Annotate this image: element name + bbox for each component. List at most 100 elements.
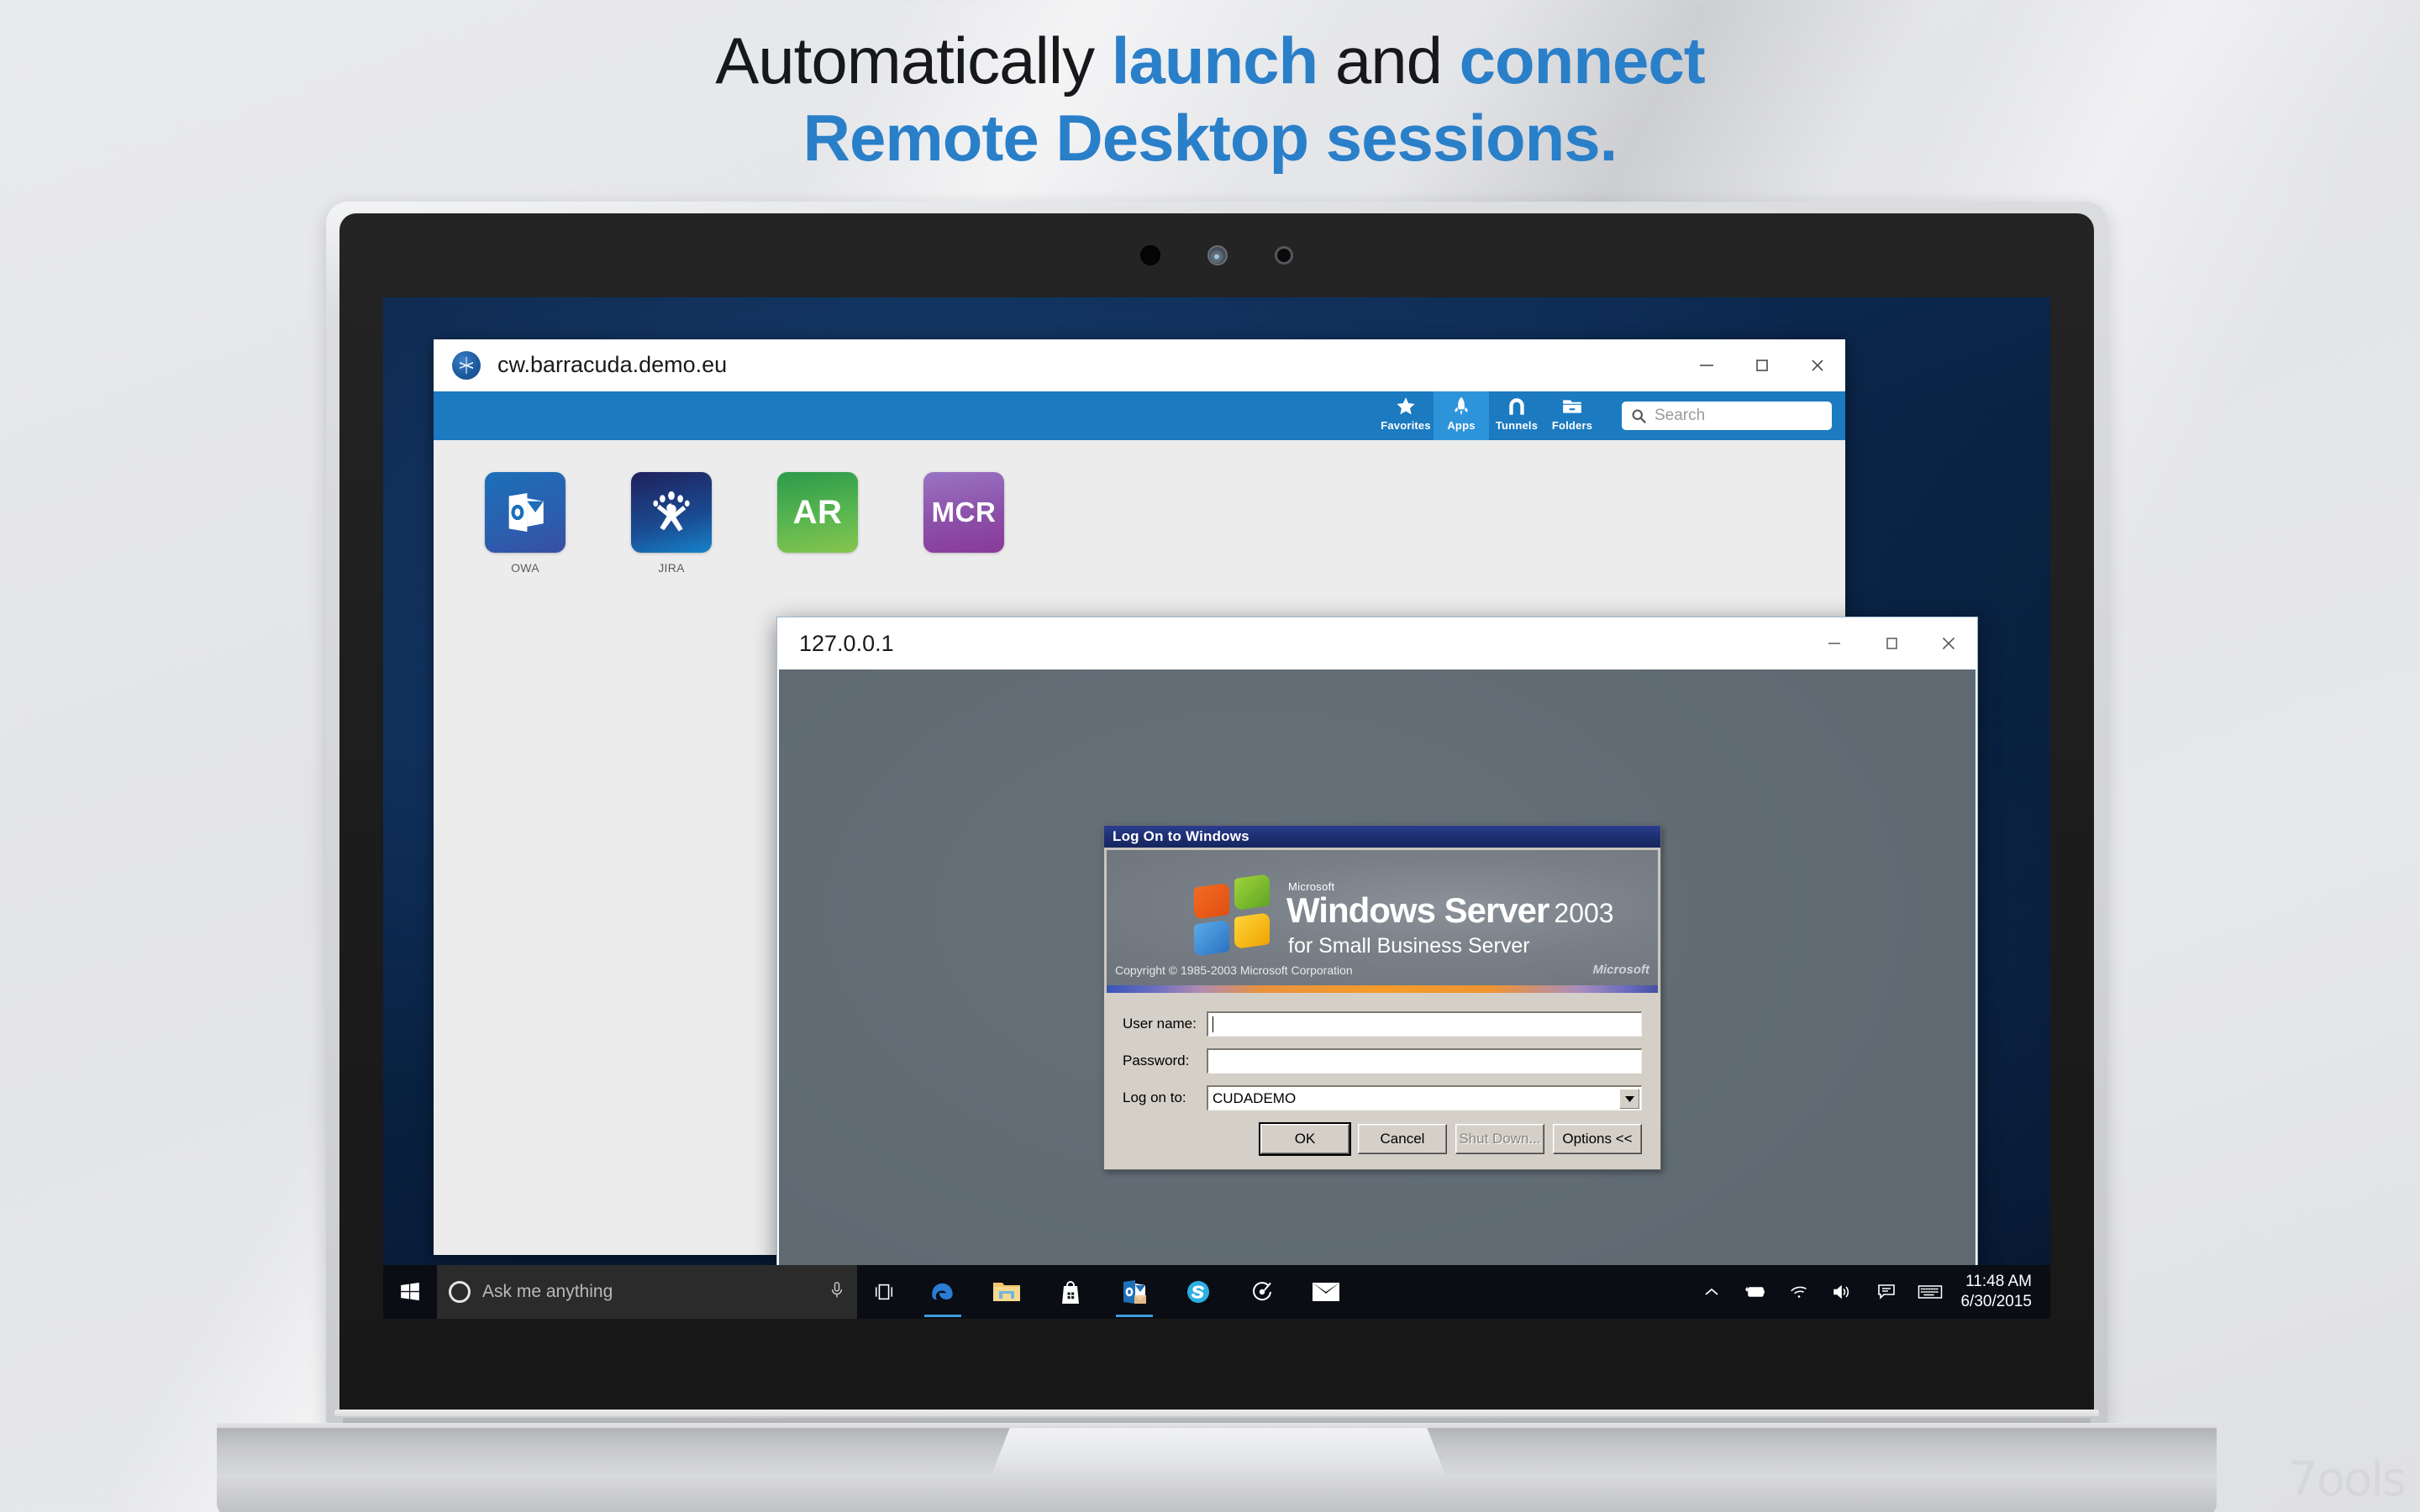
headline-accent-launch: launch xyxy=(1112,24,1318,97)
rdp-session-window[interactable]: 127.0.0.1 xyxy=(776,617,1978,1319)
headline-text-2: and xyxy=(1318,24,1459,97)
taskbar-app-groove-music[interactable] xyxy=(1230,1265,1294,1319)
led-indicator-dot-icon xyxy=(1275,246,1293,265)
app-tile-ar[interactable]: AR AR xyxy=(766,472,869,575)
minimize-icon[interactable] xyxy=(1806,617,1863,669)
taskbar-app-buttons xyxy=(911,1265,1358,1319)
taskbar-app-file-explorer[interactable] xyxy=(975,1265,1039,1319)
headline-accent-connect: connect xyxy=(1460,24,1705,97)
rdp-titlebar[interactable]: 127.0.0.1 xyxy=(777,617,1977,669)
system-tray: 11:48 AM 6/30/2015 xyxy=(1690,1265,2050,1319)
rdp-window-controls xyxy=(1806,617,1977,669)
brand-product: Windows Server2003 xyxy=(1286,890,1614,931)
brand-edition: for Small Business Server xyxy=(1288,934,1530,958)
taskbar-app-store[interactable] xyxy=(1039,1265,1102,1319)
clock-time: 11:48 AM xyxy=(1960,1272,2032,1292)
volume-icon[interactable] xyxy=(1821,1284,1865,1300)
touch-keyboard-icon[interactable] xyxy=(1908,1284,1952,1300)
microphone-icon[interactable] xyxy=(829,1281,845,1304)
password-field[interactable] xyxy=(1207,1048,1642,1074)
rdp-remote-desktop-canvas[interactable]: Log On to Windows Microsoft Windows Serv… xyxy=(779,669,1975,1319)
windows-start-icon[interactable] xyxy=(383,1265,437,1319)
cancel-button[interactable]: Cancel xyxy=(1358,1124,1447,1154)
maximize-icon[interactable] xyxy=(1863,617,1920,669)
portal-toolbar: Favorites Apps Tunnels xyxy=(434,391,1845,440)
search-input[interactable]: Search xyxy=(1622,402,1832,430)
jira-icon xyxy=(631,472,712,553)
chevron-up-icon[interactable] xyxy=(1690,1287,1733,1297)
ok-button[interactable]: OK xyxy=(1260,1124,1349,1154)
toolbar-tab-apps[interactable]: Apps xyxy=(1434,391,1489,440)
password-label: Password: xyxy=(1123,1053,1207,1069)
logon-dialog-buttons: OK Cancel Shut Down... Options << xyxy=(1123,1124,1642,1154)
clock-date: 6/30/2015 xyxy=(1960,1292,2032,1312)
browser-titlebar[interactable]: cw.barracuda.demo.eu xyxy=(434,339,1845,391)
brand-product-name: Windows Server xyxy=(1286,890,1549,930)
logon-to-select[interactable]: CUDADEMO xyxy=(1207,1085,1642,1110)
app-tile-owa[interactable]: OWA xyxy=(474,472,576,575)
outlook-web-access-icon xyxy=(485,472,566,553)
search-icon xyxy=(1630,407,1647,424)
camera-dot-icon xyxy=(1140,245,1160,265)
wifi-icon[interactable] xyxy=(1777,1284,1821,1299)
app-tile-mcr[interactable]: MCR MCR xyxy=(913,472,1015,575)
action-center-icon[interactable] xyxy=(1865,1284,1908,1300)
toolbar-tab-apps-label: Apps xyxy=(1447,419,1475,432)
microsoft-wordmark: Microsoft xyxy=(1593,963,1650,977)
toolbar-tab-tunnels[interactable]: Tunnels xyxy=(1489,391,1544,440)
rdp-title: 127.0.0.1 xyxy=(799,631,1806,657)
toolbar-tab-folders[interactable]: Folders xyxy=(1544,391,1600,440)
battery-charging-icon[interactable] xyxy=(1733,1284,1777,1299)
laptop-device: cw.barracuda.demo.eu xyxy=(326,202,2107,1428)
username-row: User name: xyxy=(1123,1011,1642,1037)
options-button[interactable]: Options << xyxy=(1553,1124,1642,1154)
brand-gradient-stripe xyxy=(1104,985,1660,993)
ar-app-icon: AR xyxy=(777,472,858,553)
search-placeholder: Search xyxy=(1655,407,1705,425)
toolbar-tab-favorites[interactable]: Favorites xyxy=(1378,391,1434,440)
windows-flag-icon xyxy=(1194,876,1275,961)
close-icon[interactable] xyxy=(1920,617,1977,669)
taskbar-app-outlook[interactable] xyxy=(1102,1265,1166,1319)
chevron-down-icon[interactable] xyxy=(1619,1089,1639,1109)
laptop-bezel: cw.barracuda.demo.eu xyxy=(339,213,2094,1416)
logon-dialog[interactable]: Log On to Windows Microsoft Windows Serv… xyxy=(1103,825,1661,1170)
toolbar-tab-folders-label: Folders xyxy=(1552,419,1592,432)
cortana-placeholder: Ask me anything xyxy=(482,1282,817,1302)
laptop-screen: cw.barracuda.demo.eu xyxy=(383,297,2050,1319)
logon-to-value: CUDADEMO xyxy=(1213,1090,1296,1107)
maximize-icon[interactable] xyxy=(1734,339,1790,391)
laptop-hinge-upper xyxy=(334,1410,2099,1416)
cortana-search-box[interactable]: Ask me anything xyxy=(437,1265,857,1319)
headline-text-1: Automatically xyxy=(715,24,1112,97)
taskbar-app-mail[interactable] xyxy=(1294,1265,1358,1319)
laptop-base-notch xyxy=(992,1428,1445,1475)
toolbar-tab-favorites-label: Favorites xyxy=(1381,419,1431,432)
browser-window-controls xyxy=(1679,339,1845,391)
app-tile-jira[interactable]: JIRA xyxy=(620,472,723,575)
headline-line-2: Remote Desktop sessions. xyxy=(0,99,2420,176)
logon-to-label: Log on to: xyxy=(1123,1089,1207,1106)
star-icon xyxy=(1395,395,1417,418)
page-headline: Automatically launch and connect Remote … xyxy=(0,22,2420,176)
folder-icon xyxy=(1561,395,1583,418)
username-label: User name: xyxy=(1123,1016,1207,1032)
taskbar-clock[interactable]: 11:48 AM 6/30/2015 xyxy=(1952,1272,2045,1312)
minimize-icon[interactable] xyxy=(1679,339,1734,391)
taskbar-spacer xyxy=(1358,1265,1690,1319)
taskbar-app-edge[interactable] xyxy=(911,1265,975,1319)
portal-search-wrap: Search xyxy=(1600,391,1845,440)
barracuda-logo-icon xyxy=(452,351,481,380)
password-row: Password: xyxy=(1123,1048,1642,1074)
task-view-icon[interactable] xyxy=(857,1265,911,1319)
taskbar-app-skype[interactable] xyxy=(1166,1265,1230,1319)
ir-sensor-dot-icon xyxy=(1207,245,1228,265)
close-icon[interactable] xyxy=(1790,339,1845,391)
laptop-lid: cw.barracuda.demo.eu xyxy=(326,202,2107,1428)
bezel-sensor-cluster xyxy=(339,245,2094,265)
image-watermark: 7ools xyxy=(2288,1452,2405,1507)
browser-title: cw.barracuda.demo.eu xyxy=(497,352,1679,378)
cortana-circle-icon xyxy=(449,1281,471,1303)
windows-server-brand-banner: Microsoft Windows Server2003 for Small B… xyxy=(1104,848,1660,985)
username-field[interactable] xyxy=(1207,1011,1642,1037)
